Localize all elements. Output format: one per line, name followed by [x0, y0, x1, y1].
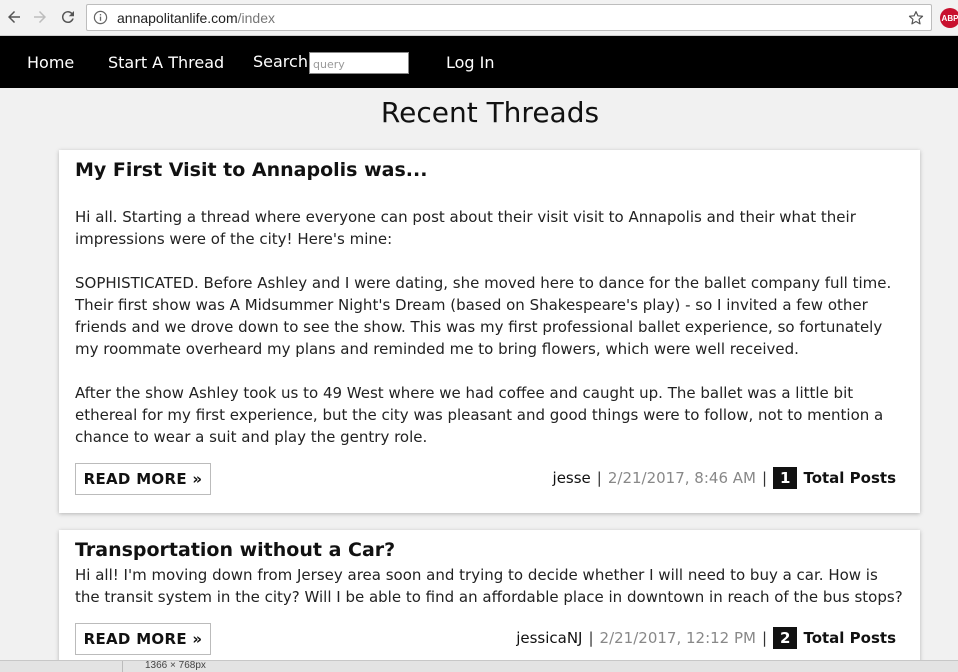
back-icon[interactable]	[3, 6, 25, 28]
reload-icon[interactable]	[57, 6, 79, 28]
address-bar[interactable]: annapolitanlife.com/index	[86, 4, 932, 31]
thread-card: My First Visit to Annapolis was... Hi al…	[59, 150, 920, 513]
read-more-button[interactable]: READ MORE »	[75, 623, 211, 655]
post-count-badge: 2	[773, 627, 798, 649]
thread-paragraph: After the show Ashley took us to 49 West…	[75, 384, 884, 446]
thread-title[interactable]: Transportation without a Car?	[75, 539, 395, 561]
thread-card: Transportation without a Car? Hi all! I'…	[59, 530, 920, 670]
thread-paragraph: Hi all. Starting a thread where everyone…	[75, 208, 856, 248]
info-icon[interactable]	[93, 10, 108, 25]
bookmark-star-icon[interactable]	[907, 9, 925, 27]
nav-login-link[interactable]: Log In	[446, 53, 495, 72]
thread-title[interactable]: My First Visit to Annapolis was...	[75, 159, 427, 181]
thread-author[interactable]: jessicaNJ	[516, 629, 582, 647]
total-posts-label: Total Posts	[803, 469, 896, 487]
forward-icon[interactable]	[29, 6, 51, 28]
nav-search-label: Search	[253, 52, 308, 71]
thread-meta: jessicaNJ | 2/21/2017, 12:12 PM | 2 Tota…	[516, 627, 896, 649]
url-text: annapolitanlife.com/index	[117, 10, 275, 26]
read-more-button[interactable]: READ MORE »	[75, 463, 211, 495]
dimension-tooltip: 1366 × 768px	[122, 661, 206, 672]
search-input[interactable]	[309, 52, 409, 74]
status-bar: 1366 × 768px	[0, 660, 958, 672]
nav-start-thread-link[interactable]: Start A Thread	[108, 53, 224, 72]
thread-meta: jesse | 2/21/2017, 8:46 AM | 1 Total Pos…	[552, 467, 896, 489]
total-posts-label: Total Posts	[803, 629, 896, 647]
thread-paragraph: SOPHISTICATED. Before Ashley and I were …	[75, 274, 892, 358]
thread-paragraph: Hi all! I'm moving down from Jersey area…	[75, 566, 903, 606]
site-navbar: Home Start A Thread Search Log In	[0, 36, 958, 88]
browser-toolbar: annapolitanlife.com/index ABP	[0, 0, 958, 36]
post-count-badge: 1	[773, 467, 798, 489]
thread-date: 2/21/2017, 12:12 PM	[599, 629, 756, 647]
page-title: Recent Threads	[380, 96, 600, 129]
adblock-extension-icon[interactable]: ABP	[940, 8, 958, 28]
thread-date: 2/21/2017, 8:46 AM	[607, 469, 756, 487]
thread-author[interactable]: jesse	[553, 469, 591, 487]
nav-home-link[interactable]: Home	[27, 53, 74, 72]
